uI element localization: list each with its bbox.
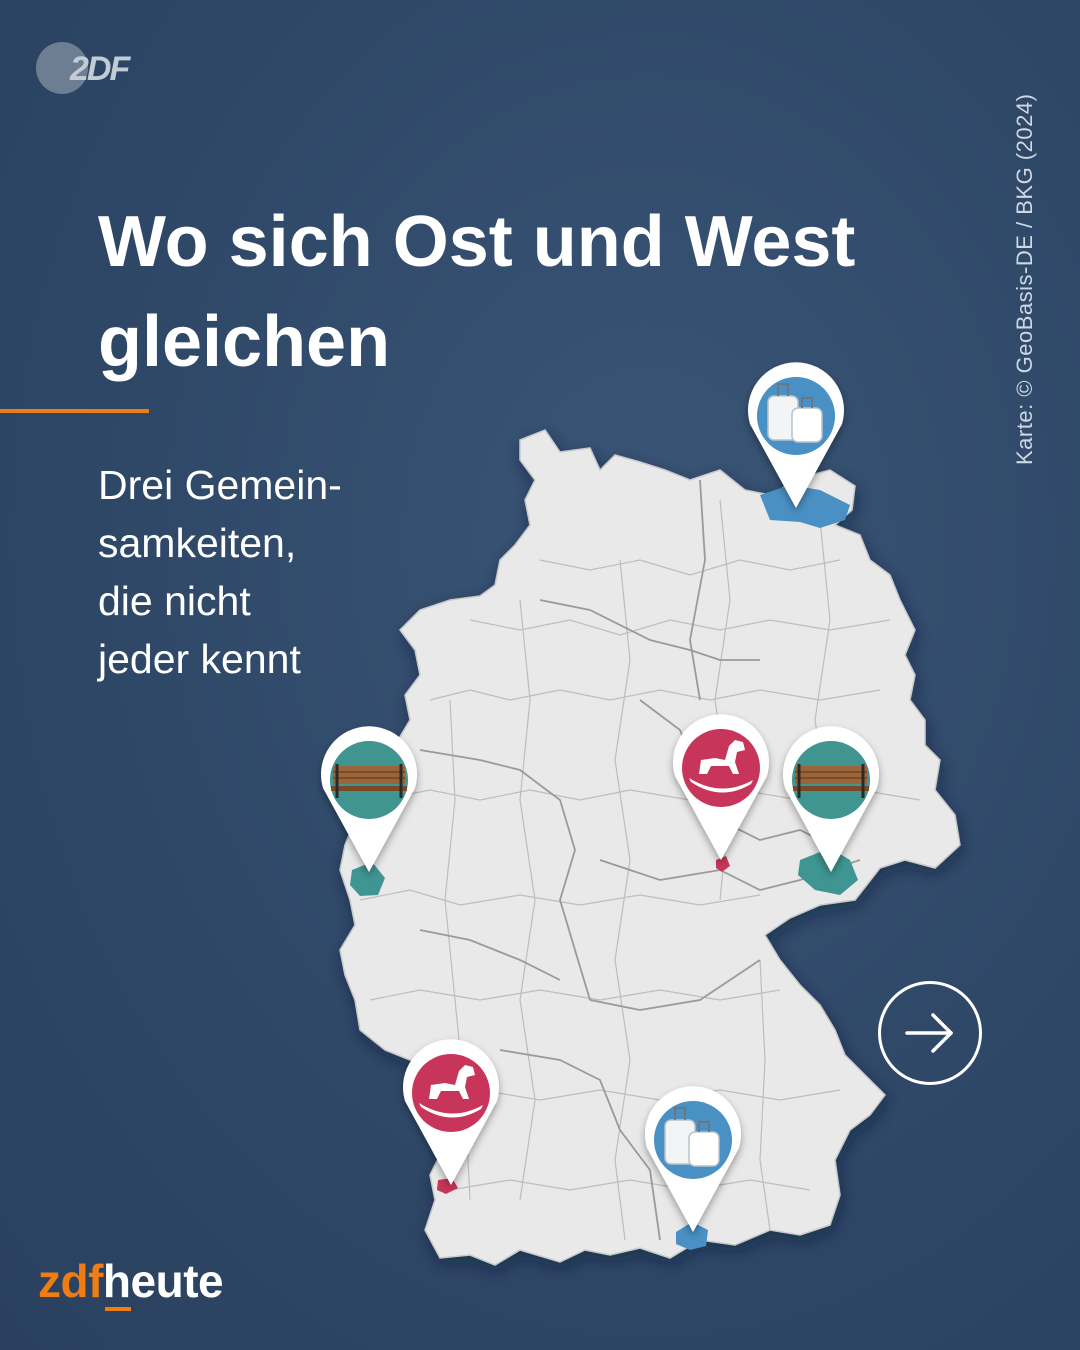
- brand-heute: heute: [102, 1255, 224, 1307]
- next-button[interactable]: [878, 981, 982, 1085]
- map-credit: Karte: © GeoBasis-DE / BKG (2024): [1012, 93, 1037, 465]
- accent-rule: [0, 409, 149, 413]
- brand-zdf: zdf: [38, 1255, 103, 1307]
- zdfheute-logo: zdfheute: [38, 1254, 224, 1308]
- arrow-right-icon: [905, 1013, 953, 1053]
- page-title: Wo sich Ost und West gleichen: [98, 202, 856, 382]
- subtitle: Drei Gemein- samkeiten, die nicht jeder …: [98, 462, 342, 682]
